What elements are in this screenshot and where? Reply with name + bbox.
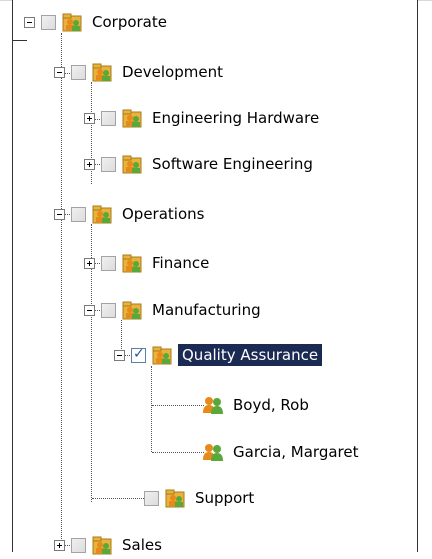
tree-node-label[interactable]: Corporate	[88, 11, 171, 33]
group-folder-icon	[122, 109, 142, 128]
tree-node-label[interactable]: Boyd, Rob	[229, 394, 313, 416]
group-folder-icon	[122, 301, 142, 320]
tree-node-operations[interactable]: Operations	[54, 200, 208, 228]
tree-node-label[interactable]: Development	[118, 61, 227, 83]
panel-tab-edge	[13, 40, 27, 41]
expand-icon[interactable]	[84, 257, 95, 269]
collapse-icon[interactable]	[24, 16, 35, 28]
user-group-icon	[203, 397, 223, 414]
connector	[152, 405, 204, 406]
tree-node-garcia-margaret[interactable]: Garcia, Margaret	[202, 438, 363, 466]
connector	[152, 452, 204, 453]
group-folder-icon	[92, 205, 112, 224]
tree-node-checkbox-checked[interactable]	[131, 346, 146, 363]
collapse-icon[interactable]	[114, 349, 125, 361]
tree-node-checkbox[interactable]	[71, 206, 86, 222]
group-folder-icon	[165, 489, 185, 508]
collapse-icon[interactable]	[54, 208, 65, 220]
tree-node-label[interactable]: Garcia, Margaret	[229, 441, 363, 463]
tree-node-checkbox[interactable]	[71, 64, 86, 80]
tree-node-checkbox[interactable]	[41, 14, 56, 30]
tree-node-support[interactable]: Support	[144, 484, 258, 512]
tree-node-quality-assurance[interactable]: Quality Assurance	[114, 341, 323, 369]
tree-node-boyd-rob[interactable]: Boyd, Rob	[202, 391, 313, 419]
group-folder-icon	[122, 254, 142, 273]
tree-node-manufacturing[interactable]: Manufacturing	[84, 296, 265, 324]
user-group-icon	[203, 444, 223, 461]
tree-node-checkbox[interactable]	[101, 302, 116, 318]
tree-node-engineering-hardware[interactable]: Engineering Hardware	[84, 104, 323, 132]
group-folder-icon	[122, 155, 142, 174]
group-folder-icon	[92, 63, 112, 82]
tree-node-checkbox[interactable]	[101, 156, 116, 172]
connector	[151, 366, 152, 452]
tree-node-sales[interactable]: Sales	[54, 531, 166, 559]
tree-node-checkbox[interactable]	[71, 537, 86, 553]
expand-icon[interactable]	[84, 112, 95, 124]
tree-node-label[interactable]: Manufacturing	[148, 299, 265, 321]
connector	[92, 498, 146, 499]
tree-node-software-engineering[interactable]: Software Engineering	[84, 150, 317, 178]
tree-node-development[interactable]: Development	[54, 58, 227, 86]
tree-node-checkbox[interactable]	[101, 110, 116, 126]
tree-node-label[interactable]: Sales	[118, 534, 166, 556]
tree-node-finance[interactable]: Finance	[84, 249, 213, 277]
tree-node-checkbox[interactable]	[144, 490, 159, 506]
tree-node-label[interactable]: Software Engineering	[148, 153, 317, 175]
group-folder-icon	[92, 536, 112, 555]
tree-node-label-selected[interactable]: Quality Assurance	[178, 344, 323, 366]
tree-node-label[interactable]: Finance	[148, 252, 213, 274]
group-folder-icon	[152, 346, 172, 365]
tree-node-label[interactable]: Engineering Hardware	[148, 107, 323, 129]
expand-icon[interactable]	[84, 158, 95, 170]
collapse-icon[interactable]	[54, 66, 65, 78]
tree-node-corporate[interactable]: Corporate	[24, 8, 171, 36]
tree-node-checkbox[interactable]	[101, 255, 116, 271]
tree-node-label[interactable]: Support	[191, 487, 258, 509]
group-folder-icon	[62, 13, 82, 32]
collapse-icon[interactable]	[84, 304, 95, 316]
expand-icon[interactable]	[54, 539, 65, 551]
connector	[61, 33, 62, 545]
tree-node-label[interactable]: Operations	[118, 203, 208, 225]
